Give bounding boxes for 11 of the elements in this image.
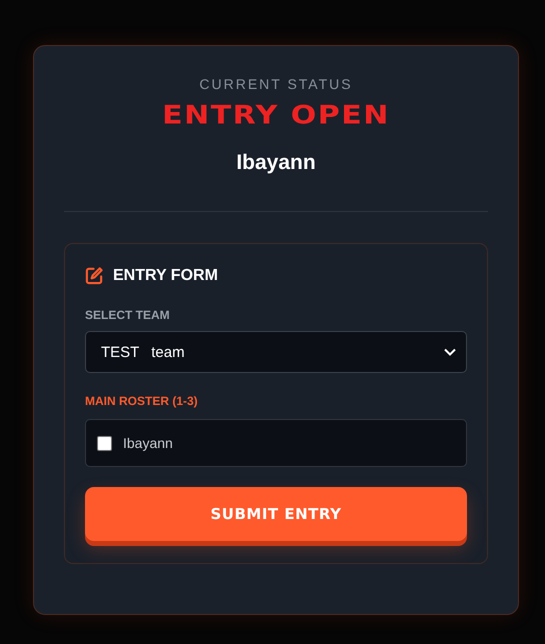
player-name: Ibayann	[123, 435, 173, 451]
team-select[interactable]: TEST team	[85, 331, 467, 373]
status-label: CURRENT STATUS	[198, 76, 354, 92]
field-label: SELECT TEAM	[85, 308, 171, 322]
field-label: MAIN ROSTER (1-3)	[85, 394, 199, 408]
checkbox[interactable]	[97, 436, 112, 450]
form-title: ENTRY FORM	[113, 266, 218, 284]
user-name: Ibayann	[235, 151, 317, 175]
chevron-down-icon	[444, 348, 456, 356]
status-value: ENTRY OPEN	[161, 100, 391, 130]
edit-icon	[85, 266, 104, 285]
